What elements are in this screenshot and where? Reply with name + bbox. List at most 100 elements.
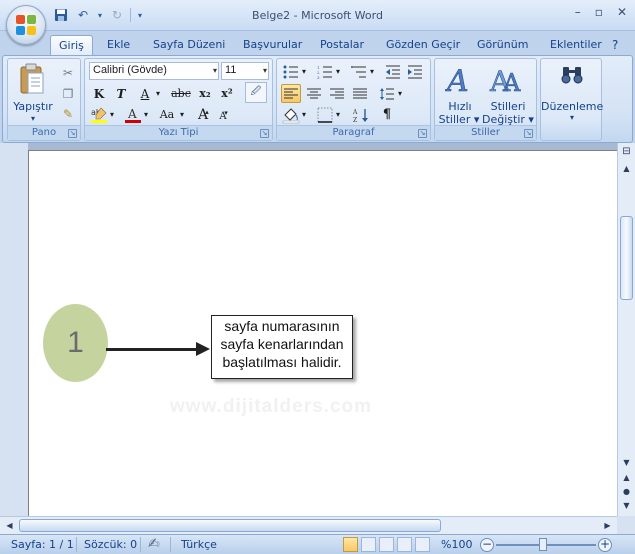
office-button[interactable] <box>6 5 46 45</box>
change-case-dropdown-icon[interactable]: ▾ <box>177 105 187 124</box>
page-count[interactable]: Sayfa: 1 / 1 <box>11 538 74 551</box>
sort-icon[interactable]: AZ <box>351 105 371 124</box>
italic-button[interactable]: T <box>111 84 131 103</box>
tab-basvurular[interactable]: Başvurular <box>243 35 302 55</box>
full-screen-reading-view-icon[interactable] <box>361 537 376 552</box>
callout-box[interactable]: sayfa numarasının sayfa kenarlarından ba… <box>211 315 353 379</box>
previous-page-icon[interactable]: ▲ <box>619 471 634 485</box>
numbering-dropdown-icon[interactable]: ▾ <box>333 62 343 81</box>
ruler-toggle-icon[interactable]: ⊟ <box>619 145 634 159</box>
change-styles-label-1[interactable]: Stilleri <box>485 100 531 113</box>
tab-sayfa-duzeni[interactable]: Sayfa Düzeni <box>153 35 225 55</box>
zoom-level[interactable]: %100 <box>441 538 472 551</box>
change-case-button[interactable]: Aa <box>155 105 179 124</box>
font-name-value: Calibri (Gövde) <box>93 64 167 76</box>
bullets-icon[interactable] <box>281 62 301 81</box>
paste-dropdown-icon[interactable]: ▾ <box>26 112 40 125</box>
outline-view-icon[interactable] <box>397 537 412 552</box>
superscript-button[interactable]: x² <box>217 84 237 103</box>
scroll-up-icon[interactable]: ▲ <box>619 162 634 176</box>
title-bar: ↶ ▾ ↻ ▾ Belge2 - Microsoft Word – ▫ ✕ <box>0 0 635 45</box>
copy-icon[interactable]: ❐ <box>58 84 78 103</box>
restore-button[interactable]: ▫ <box>595 5 603 19</box>
quick-styles-icon[interactable]: A <box>444 63 477 100</box>
group-paragraf-label: Paragraf <box>277 125 430 140</box>
grow-arrow-icon: ▴ <box>205 107 209 116</box>
increase-indent-icon[interactable] <box>405 62 425 81</box>
tab-gorunum[interactable]: Görünüm <box>477 35 528 55</box>
tab-eklentiler[interactable]: Eklentiler <box>550 35 602 55</box>
pano-launcher-icon[interactable]: ↘ <box>68 129 77 138</box>
strikethrough-button[interactable]: abc <box>169 84 193 103</box>
horizontal-scroll-thumb[interactable] <box>19 519 441 532</box>
bullets-dropdown-icon[interactable]: ▾ <box>299 62 309 81</box>
zoom-in-icon[interactable]: + <box>598 538 612 552</box>
group-stiller: A Hızlı Stiller ▾ AA Stilleri Değiştir ▾… <box>434 58 537 141</box>
highlight-dropdown-icon[interactable]: ▾ <box>107 105 117 124</box>
multilevel-dropdown-icon[interactable]: ▾ <box>367 62 377 81</box>
decrease-indent-icon[interactable] <box>383 62 403 81</box>
quick-styles-label-1[interactable]: Hızlı <box>439 100 481 113</box>
multilevel-list-icon[interactable] <box>349 62 369 81</box>
underline-button[interactable]: A <box>135 84 155 103</box>
format-painter-icon[interactable]: ✎ <box>58 104 78 123</box>
line-spacing-icon[interactable] <box>377 84 397 103</box>
callout-line-3: başlatılması halidir. <box>222 354 342 370</box>
scroll-right-icon[interactable]: ▶ <box>600 519 615 533</box>
align-left-icon[interactable] <box>281 84 301 103</box>
bold-button[interactable]: K <box>89 84 109 103</box>
scroll-down-icon[interactable]: ▼ <box>619 456 634 470</box>
horizontal-scrollbar[interactable]: ◀ ▶ <box>0 516 617 534</box>
clear-formatting-icon[interactable]: 🖉 <box>245 82 267 103</box>
styles-launcher-icon[interactable]: ↘ <box>524 129 533 138</box>
font-launcher-icon[interactable]: ↘ <box>260 129 269 138</box>
line-spacing-dropdown-icon[interactable]: ▾ <box>395 84 405 103</box>
group-pano: Yapıştır ▾ ✂ ❐ ✎ Pano ↘ <box>7 58 81 141</box>
language-indicator[interactable]: Türkçe <box>181 538 217 551</box>
svg-text:A: A <box>353 109 358 116</box>
help-icon[interactable]: ? <box>612 35 618 55</box>
web-layout-view-icon[interactable] <box>379 537 394 552</box>
font-name-select[interactable]: Calibri (Gövde) ▾ <box>89 62 219 80</box>
zoom-out-icon[interactable]: − <box>480 538 494 552</box>
change-styles-icon[interactable]: AA <box>489 63 523 99</box>
word-count[interactable]: Sözcük: 0 <box>84 538 137 551</box>
tab-postalar[interactable]: Postalar <box>320 35 364 55</box>
shading-icon[interactable] <box>281 105 301 124</box>
tab-ekle[interactable]: Ekle <box>107 35 130 55</box>
underline-dropdown-icon[interactable]: ▾ <box>153 84 163 103</box>
status-bar: Sayfa: 1 / 1 Sözcük: 0 ✍ Türkçe %100 − + <box>0 534 635 554</box>
zoom-slider-thumb[interactable] <box>539 538 547 551</box>
show-marks-button[interactable]: ¶ <box>377 105 397 124</box>
paste-icon[interactable] <box>18 63 46 97</box>
vertical-scroll-thumb[interactable] <box>620 216 633 300</box>
borders-dropdown-icon[interactable]: ▾ <box>333 105 343 124</box>
subscript-button[interactable]: x₂ <box>195 84 215 103</box>
print-layout-view-icon[interactable] <box>343 537 358 552</box>
font-color-dropdown-icon[interactable]: ▾ <box>141 105 151 124</box>
align-center-icon[interactable] <box>304 84 324 103</box>
paragraph-launcher-icon[interactable]: ↘ <box>418 129 427 138</box>
next-page-icon[interactable]: ▼ <box>619 499 634 513</box>
font-color-icon[interactable]: A <box>123 105 143 124</box>
cut-icon[interactable]: ✂ <box>58 63 78 82</box>
borders-icon[interactable] <box>315 105 335 124</box>
draft-view-icon[interactable] <box>415 537 430 552</box>
numbering-icon[interactable]: 123 <box>315 62 335 81</box>
font-size-select[interactable]: 11 ▾ <box>221 62 269 80</box>
close-button[interactable]: ✕ <box>617 5 627 19</box>
spelling-check-icon[interactable]: ✍ <box>148 536 160 552</box>
tab-giris[interactable]: Giriş <box>50 35 93 55</box>
minimize-button[interactable]: – <box>575 5 581 19</box>
scroll-left-icon[interactable]: ◀ <box>2 519 17 533</box>
binoculars-icon[interactable] <box>561 65 583 85</box>
vertical-scrollbar[interactable]: ⊟ ▲ ▼ ▲ ● ▼ <box>617 143 635 516</box>
shading-dropdown-icon[interactable]: ▾ <box>299 105 309 124</box>
align-right-icon[interactable] <box>327 84 347 103</box>
tab-gozden-gecir[interactable]: Gözden Geçir <box>386 35 460 55</box>
editing-dropdown-icon[interactable]: ▾ <box>565 111 579 124</box>
browse-object-icon[interactable]: ● <box>619 485 634 499</box>
callout-line-1: sayfa numarasının <box>224 318 340 334</box>
highlight-icon[interactable]: ab <box>89 105 109 124</box>
justify-icon[interactable] <box>350 84 370 103</box>
